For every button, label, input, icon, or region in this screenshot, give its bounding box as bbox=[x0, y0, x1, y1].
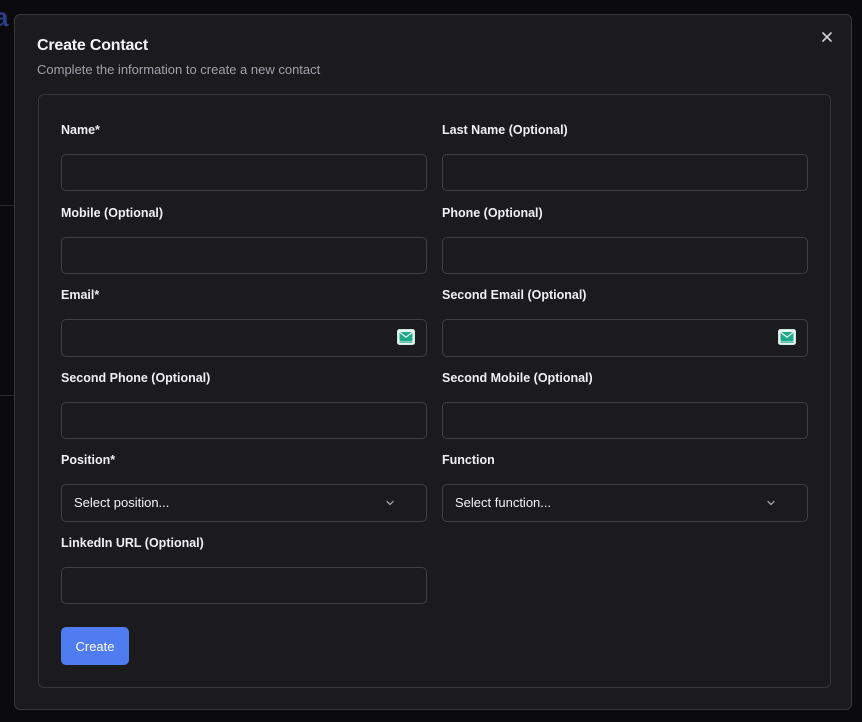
close-icon bbox=[822, 32, 832, 42]
last-name-input[interactable] bbox=[442, 154, 808, 191]
phone-label: Phone (Optional) bbox=[442, 206, 543, 220]
create-button[interactable]: Create bbox=[61, 627, 129, 665]
email-label: Email* bbox=[61, 288, 100, 302]
chevron-down-icon bbox=[767, 500, 775, 506]
name-input[interactable] bbox=[61, 154, 427, 191]
function-field-group: Function Select function... bbox=[442, 452, 808, 522]
dialog-subtitle: Complete the information to create a new… bbox=[37, 62, 321, 77]
second-email-label: Second Email (Optional) bbox=[442, 288, 587, 302]
second-phone-field-group: Second Phone (Optional) bbox=[61, 370, 427, 439]
name-field-group: Name* bbox=[61, 122, 427, 191]
position-select[interactable]: Select position... bbox=[61, 484, 427, 522]
last-name-field-group: Last Name (Optional) bbox=[442, 122, 808, 191]
second-email-field-group: Second Email (Optional) bbox=[442, 287, 808, 357]
second-mobile-label: Second Mobile (Optional) bbox=[442, 371, 593, 385]
second-phone-label: Second Phone (Optional) bbox=[61, 371, 211, 385]
name-label: Name* bbox=[61, 123, 100, 137]
linkedin-field-group: LinkedIn URL (Optional) bbox=[61, 535, 427, 604]
email-field-group: Email* bbox=[61, 287, 427, 357]
mail-icon[interactable] bbox=[397, 329, 415, 345]
phone-field-group: Phone (Optional) bbox=[442, 205, 808, 274]
mail-icon[interactable] bbox=[778, 329, 796, 345]
close-button[interactable] bbox=[817, 27, 837, 47]
second-mobile-input[interactable] bbox=[442, 402, 808, 439]
background-divider bbox=[0, 395, 14, 396]
mobile-input[interactable] bbox=[61, 237, 427, 274]
mobile-field-group: Mobile (Optional) bbox=[61, 205, 427, 274]
position-field-group: Position* Select position... bbox=[61, 452, 427, 522]
position-label: Position* bbox=[61, 453, 116, 467]
linkedin-url-input[interactable] bbox=[61, 567, 427, 604]
linkedin-label: LinkedIn URL (Optional) bbox=[61, 536, 204, 550]
second-email-input[interactable] bbox=[442, 319, 808, 357]
second-phone-input[interactable] bbox=[61, 402, 427, 439]
background-divider bbox=[0, 205, 14, 206]
create-contact-dialog: Create Contact Complete the information … bbox=[14, 14, 852, 710]
function-select[interactable]: Select function... bbox=[442, 484, 808, 522]
mobile-label: Mobile (Optional) bbox=[61, 206, 164, 220]
phone-input[interactable] bbox=[442, 237, 808, 274]
background-heading-fragment: a bbox=[0, 2, 9, 32]
email-input[interactable] bbox=[61, 319, 427, 357]
last-name-label: Last Name (Optional) bbox=[442, 123, 568, 137]
position-select-value: Select position... bbox=[74, 495, 170, 510]
function-label: Function bbox=[442, 453, 495, 467]
function-select-value: Select function... bbox=[455, 495, 552, 510]
chevron-down-icon bbox=[386, 500, 394, 506]
dialog-title: Create Contact bbox=[37, 37, 149, 54]
second-mobile-field-group: Second Mobile (Optional) bbox=[442, 370, 808, 439]
contact-form: Name* Last Name (Optional) Mobile (Optio… bbox=[38, 94, 831, 688]
